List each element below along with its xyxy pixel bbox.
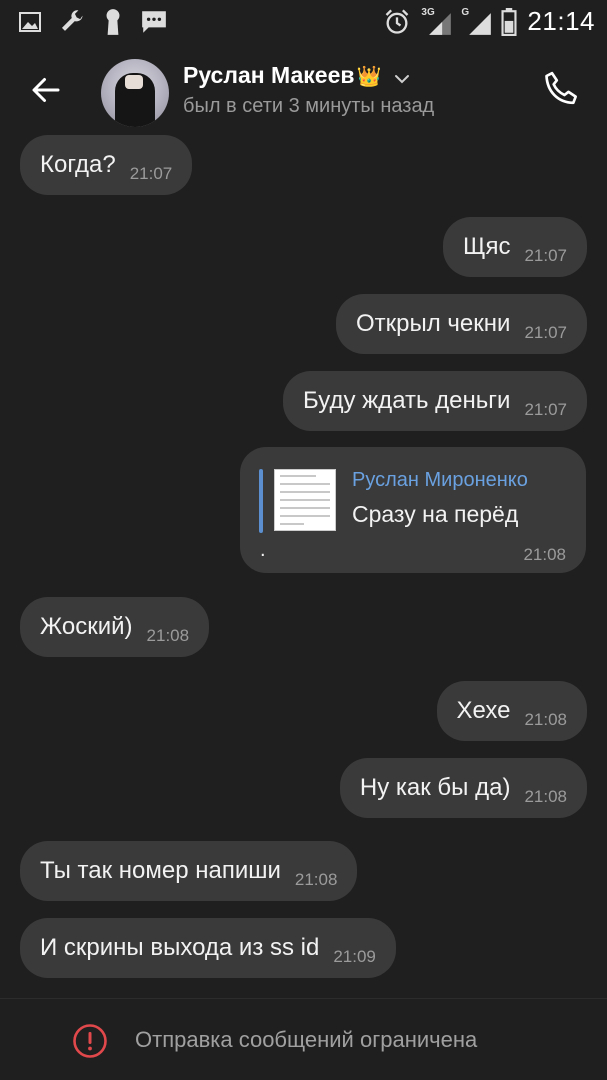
alarm-icon [386, 9, 409, 34]
message-outgoing[interactable]: Буду ждать деньги 21:07 [283, 371, 587, 431]
message-text: Ну как бы да) [359, 774, 511, 801]
signal-icon [469, 12, 492, 35]
back-arrow-icon[interactable] [28, 72, 64, 108]
keyhole-icon [106, 9, 120, 35]
wrench-icon [61, 10, 83, 31]
reply-thumbnail[interactable] [274, 469, 336, 531]
message-time: 21:08 [524, 710, 567, 729]
contact-info[interactable]: Руслан Макеев 👑 был в сети 3 минуты назад [183, 62, 434, 118]
message-incoming[interactable]: И скрины выхода из ss id 21:09 [20, 918, 396, 978]
message-text: Когда? [40, 151, 116, 178]
message-text: Буду ждать деньги [303, 387, 511, 414]
reply-indicator-bar [259, 469, 263, 533]
message-text: Щяс [462, 233, 511, 260]
battery-icon [501, 7, 517, 36]
message-text: Открыл чекни [356, 310, 511, 337]
reply-quoted-text: Сразу на перёд [352, 501, 519, 527]
reply-author: Руслан Мироненко [352, 469, 528, 491]
message-text: . [260, 539, 266, 561]
network-3g-indicator: 3G [421, 7, 452, 37]
message-time: 21:07 [524, 400, 567, 419]
message-time: 21:08 [523, 545, 566, 564]
contact-name: Руслан Макеев [183, 62, 355, 88]
message-outgoing-with-reply[interactable]: Руслан Мироненко Сразу на перёд . 21:08 [240, 447, 586, 573]
chevron-down-icon[interactable] [394, 74, 410, 84]
message-time: 21:07 [129, 164, 173, 183]
message-time: 21:07 [524, 246, 567, 265]
signal-icon [429, 12, 452, 35]
message-text: И скрины выхода из ss id [40, 934, 320, 961]
message-incoming[interactable]: Жоский) 21:08 [20, 597, 210, 657]
phone-icon[interactable] [541, 69, 581, 109]
message-incoming[interactable]: Ты так номер напиши 21:08 [20, 841, 358, 901]
message-list[interactable]: Когда? 21:07 Щяс 21:07 Открыл чекни 21:0… [0, 135, 607, 999]
message-time: 21:08 [524, 787, 567, 806]
message-time: 21:07 [524, 323, 567, 342]
messaging-restricted-bar: Отправка сообщений ограничена [0, 998, 607, 1080]
avatar[interactable] [101, 59, 169, 127]
message-time: 21:08 [146, 626, 190, 645]
warning-icon [73, 1024, 107, 1058]
message-incoming[interactable]: Когда? 21:07 [20, 135, 193, 195]
status-bar: 3G G 21:14 [0, 0, 607, 44]
chat-header: Руслан Макеев 👑 был в сети 3 минуты назад [0, 44, 607, 139]
clock: 21:14 [527, 6, 595, 36]
message-time: 21:09 [333, 947, 376, 966]
last-seen-status: был в сети 3 минуты назад [183, 95, 435, 117]
message-text: Ты так номер напиши [40, 857, 281, 884]
restricted-message: Отправка сообщений ограничена [135, 1027, 478, 1052]
message-time: 21:08 [294, 870, 338, 889]
message-outgoing[interactable]: Хехе 21:08 [436, 681, 587, 741]
chat-icon [142, 11, 166, 33]
message-outgoing[interactable]: Открыл чекни 21:07 [336, 294, 587, 354]
message-outgoing[interactable]: Щяс 21:07 [442, 217, 587, 277]
message-text: Жоский) [40, 613, 133, 640]
crown-emoji: 👑 [356, 66, 382, 88]
image-icon [19, 12, 41, 32]
network-g-indicator: G [461, 7, 492, 37]
message-outgoing[interactable]: Ну как бы да) 21:08 [339, 758, 587, 818]
message-text: Хехе [456, 697, 511, 724]
